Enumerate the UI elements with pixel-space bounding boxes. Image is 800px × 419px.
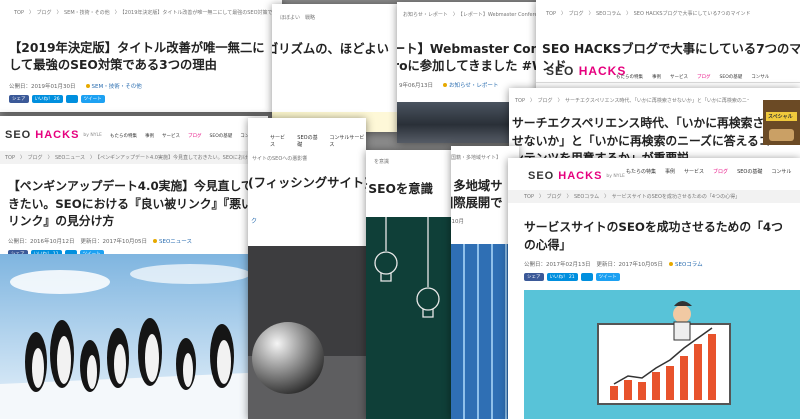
rule [536, 82, 800, 83]
breadcrumb: TOP 〉 ブログ 〉 SEOニュース 〉 【ペンギンアップデート4.0実施】今… [5, 155, 268, 161]
global-nav: サービス SEOの基礎 コンサルサービス [270, 134, 366, 148]
article-card-service-site-seo[interactable]: SEO HACKS by NYLE もたらの特集 事例 サービス ブログ SEO… [508, 158, 800, 419]
article-meta: 公開日：2017年02月13日 更新日：2017年10月05日 SEOコラム [508, 254, 800, 268]
nav-cases[interactable]: 事例 [145, 133, 154, 139]
category-link[interactable]: SEOニュース [153, 237, 192, 245]
folder-icon [85, 83, 90, 88]
sphere-photo [248, 246, 366, 419]
like-button[interactable]: いいね！ 26 [31, 94, 63, 103]
nav-consulting[interactable]: コンサルサービス [329, 134, 366, 148]
article-title[interactable]: ゴリズムの、ほどよい [272, 21, 398, 58]
nav-blog[interactable]: ブログ [697, 74, 711, 80]
nav-seo-basics[interactable]: SEOの基礎 [297, 134, 320, 148]
article-card-phishing[interactable]: サービス SEOの基礎 コンサルサービス サイトのSEOへの悪影響 (フィッシン… [248, 118, 366, 419]
category-link[interactable]: お知らせ・レポート [443, 81, 498, 89]
nav-seo-basics[interactable]: SEOの基礎 [720, 74, 743, 80]
global-nav: もたらの特集 事例 サービス ブログ SEOの基礎 コンサルサ [110, 133, 263, 139]
breadcrumb: サイトのSEOへの悪影響 [252, 156, 308, 162]
article-card-title-improvement[interactable]: TOP 〉 ブログ 〉 SEM・技術・その他 〉 【2019年決定版】タイトル改… [0, 0, 282, 112]
nyle-logo: by NYLE [83, 132, 102, 138]
label-chip: スペシャル [766, 112, 797, 121]
facebook-share-button[interactable]: シェア [9, 94, 29, 103]
publish-date: 公開日：2017年02月13日 [524, 262, 591, 269]
site-header: SEO HACKS [546, 64, 626, 78]
publish-date: 公開日：2016年10月12日 [8, 239, 75, 246]
nav-service[interactable]: サービス [670, 74, 688, 80]
article-meta: 9年06月13日 お知らせ・レポート [397, 76, 547, 89]
growth-chart-illustration [524, 290, 800, 419]
article-title[interactable]: サービスサイトのSEOを成功させるための「4つ の心得」 [508, 203, 800, 254]
nav-seo-basics[interactable]: SEOの基礎 [737, 168, 762, 175]
category-link[interactable]: SEOコラム [669, 260, 703, 268]
breadcrumb: TOP 〉 ブログ 〉 SEOコラム 〉 SEO HACKSブログで大事にしてい… [546, 11, 751, 17]
nav-blog[interactable]: ブログ [188, 133, 202, 139]
breadcrumb: を意識 [374, 159, 390, 165]
folder-icon [153, 239, 157, 244]
article-card-bulbs[interactable]: を意識 てSEOを意識 [366, 150, 456, 419]
nav-blog[interactable]: ブログ [713, 168, 728, 175]
penguins-photo [0, 254, 268, 419]
breadcrumb-bar: TOP 〉 ブログ 〉 SEOコラム 〉 サービスサイトのSEOを成功させるため… [508, 190, 800, 203]
update-date: 更新日：2017年10月05日 [80, 239, 148, 246]
site-logo[interactable]: SEO HACKS [546, 64, 626, 78]
facebook-share-button[interactable]: シェア [524, 273, 544, 282]
publish-date: 9年06月13日 [399, 82, 433, 89]
nav-seo-basics[interactable]: SEOの基礎 [210, 133, 233, 139]
share-buttons: シェア いいね！ 21 ツイート [508, 268, 800, 282]
site-logo[interactable]: SEO HACKS [528, 170, 602, 182]
nav-service[interactable]: サービス [684, 168, 704, 175]
nav-feature[interactable]: もたらの特集 [626, 168, 656, 175]
article-meta: 公開日：2016年10月12日 更新日：2017年10月05日 SEOニュース [0, 231, 268, 245]
breadcrumb: ほぼよい 戦略 [280, 15, 316, 21]
article-title[interactable]: てSEOを意識 [366, 165, 456, 198]
thumbnail-image: スペシャル [763, 100, 800, 145]
global-nav: もたらの特集 事例 サービス ブログ SEOの基礎 コンサル [626, 168, 791, 175]
article-meta: 公開日：2019年01月30日 SEM・技術・その他 [0, 75, 282, 90]
tweet-button[interactable]: ツイート [80, 94, 105, 103]
article-card-penguin-update[interactable]: SEO HACKS by NYLE もたらの特集 事例 サービス ブログ SEO… [0, 116, 268, 419]
breadcrumb-bar: TOP 〉 ブログ 〉 SEOニュース 〉 【ペンギンアップデート4.0実施】今… [0, 151, 268, 164]
nav-service[interactable]: サービス [162, 133, 180, 139]
nav-service[interactable]: サービス [270, 134, 288, 148]
nav-feature[interactable]: もたらの特集 [110, 133, 137, 139]
bookmark-button[interactable] [580, 273, 593, 282]
update-date: 更新日：2017年10月05日 [596, 262, 664, 269]
category-link[interactable]: SEM・技術・その他 [85, 82, 142, 90]
folder-icon [669, 262, 673, 267]
nav-cases[interactable]: 事例 [652, 74, 661, 80]
breadcrumb: TOP 〉 ブログ 〉 サーチエクスペリエンス時代、「いかに再検索させないか」と… [515, 98, 749, 104]
publish-date: 公開日：2019年01月30日 [9, 83, 76, 90]
nyle-logo: by NYLE [606, 173, 625, 179]
nav-consulting[interactable]: コンサル [751, 74, 769, 80]
article-title[interactable]: ート】Webmaster Confe roに参加してきました #W [397, 18, 547, 76]
lightbulb-photo [366, 217, 456, 419]
subtitle-fragment: ク [251, 218, 258, 225]
nav-cases[interactable]: 事例 [665, 168, 675, 175]
nav-consulting[interactable]: コンサル [771, 168, 791, 175]
tweet-button[interactable]: ツイート [595, 273, 620, 282]
like-button[interactable]: いいね！ 21 [546, 273, 578, 282]
global-nav: もたらの特集 事例 サービス ブログ SEOの基礎 コンサル [616, 74, 769, 80]
share-buttons: シェア いいね！ 26 ツイート [0, 90, 282, 103]
nav-feature[interactable]: もたらの特集 [616, 74, 643, 80]
breadcrumb: TOP 〉 ブログ 〉 SEM・技術・その他 〉 【2019年決定版】タイトル改… [14, 10, 282, 16]
article-title[interactable]: 【2019年決定版】タイトル改善が唯一無二にして最強のSEO対策である3つの理由 [0, 16, 282, 75]
article-card-algorithm[interactable]: ほぼよい 戦略 ゴリズムの、ほどよい [272, 4, 398, 132]
article-title[interactable]: 【ペンギンアップデート4.0実施】今見直してお きたい。SEOにおける『良い被リ… [0, 164, 268, 231]
breadcrumb: お知らせ・レポート 〉 【レポート】Webmaster Conference S… [403, 12, 547, 18]
site-logo[interactable]: SEO HACKS [5, 129, 79, 141]
bookmark-button[interactable] [65, 94, 78, 103]
breadcrumb: TOP 〉 ブログ 〉 SEOコラム 〉 サービスサイトのSEOを成功させるため… [524, 194, 741, 200]
article-title[interactable]: (フィッシングサイト) [248, 175, 366, 192]
folder-icon [443, 82, 447, 87]
